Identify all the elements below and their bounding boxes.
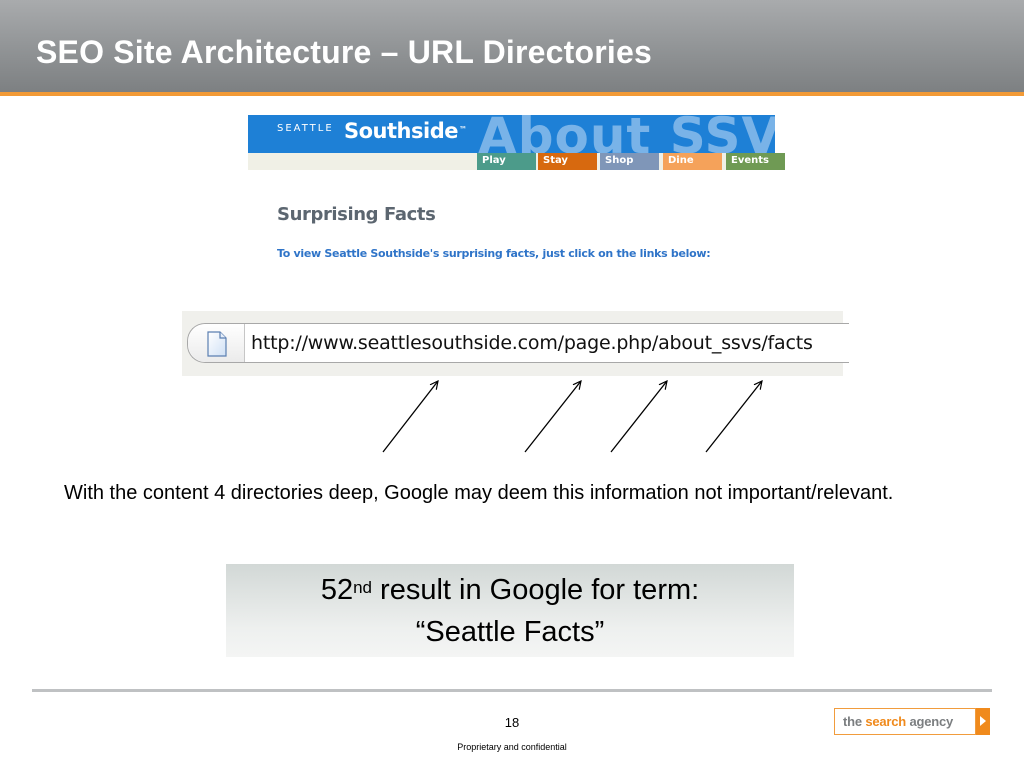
- footer-note: Proprietary and confidential: [457, 742, 567, 752]
- result-term: “Seattle Facts”: [415, 616, 605, 648]
- logo-arrow-box: [976, 708, 990, 735]
- result-line: 52nd result in Google for term:: [226, 572, 794, 608]
- result-ordinal-suffix: nd: [353, 578, 372, 597]
- logo-agency: agency: [906, 714, 954, 729]
- agency-logo-box: the search agency: [834, 708, 976, 735]
- arrow-3: [610, 381, 667, 453]
- play-arrow-icon: [980, 716, 986, 726]
- logo-the: the: [843, 714, 866, 729]
- arrow-4: [705, 381, 762, 453]
- footer-divider: [32, 689, 992, 692]
- result-callout: 52nd result in Google for term: “Seattle…: [226, 564, 794, 657]
- arrow-2: [524, 381, 581, 453]
- body-text: With the content 4 directories deep, Goo…: [64, 482, 894, 504]
- result-number: 52: [320, 574, 354, 606]
- arrow-1: [382, 381, 438, 453]
- logo-search: search: [865, 714, 907, 729]
- agency-logo: the search agency: [834, 708, 990, 735]
- result-text: result in Google for term:: [372, 574, 700, 606]
- agency-logo-text: the search agency: [843, 714, 953, 729]
